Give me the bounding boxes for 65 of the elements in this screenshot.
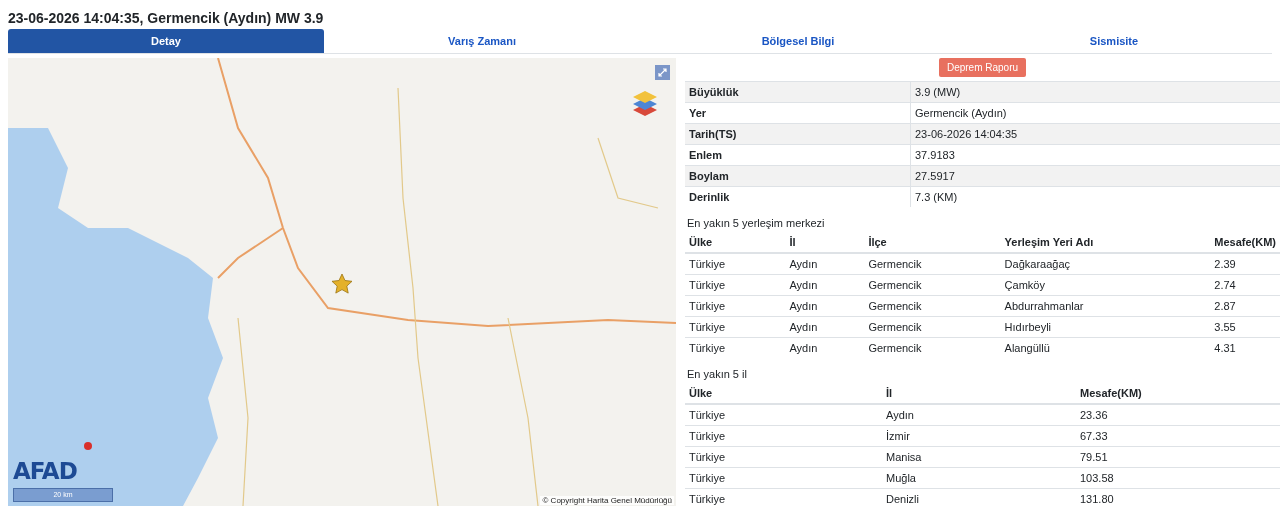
detail-label: Derinlik	[685, 186, 911, 207]
table-cell: Aydın	[882, 404, 1076, 426]
table-cell: Çamköy	[1000, 274, 1211, 296]
table-cell: 2.39	[1210, 253, 1280, 275]
table-cell: Alangüllü	[1000, 337, 1211, 358]
detail-value: Germencik (Aydın)	[910, 102, 1280, 124]
expand-icon	[658, 68, 667, 77]
table-cell: Türkiye	[685, 425, 882, 447]
table-cell: Dağkaraağaç	[1000, 253, 1211, 275]
layers-icon[interactable]	[633, 91, 657, 116]
table-cell: 4.31	[1210, 337, 1280, 358]
table-cell: Aydın	[785, 316, 865, 338]
detail-value: 23-06-2026 14:04:35	[910, 123, 1280, 145]
star-marker[interactable]	[331, 273, 353, 294]
section-heading: En yakın 5 il	[686, 367, 748, 382]
table-cell: Türkiye	[685, 253, 786, 275]
table-cell: İzmir	[882, 425, 1076, 447]
detail-value: 37.9183	[910, 144, 1280, 166]
table-cell: 67.33	[1076, 425, 1280, 447]
table-cell: Türkiye	[685, 467, 882, 489]
table-cell: Germencik	[864, 337, 1001, 358]
table-cell: Türkiye	[685, 404, 882, 426]
tab[interactable]: Bölgesel Bilgi	[640, 29, 956, 53]
table-cell: Aydın	[785, 253, 865, 275]
table-cell: Germencik	[864, 295, 1001, 317]
table-cell: Aydın	[785, 337, 865, 358]
table-cell: Germencik	[864, 274, 1001, 296]
table-cell: Türkiye	[685, 446, 882, 468]
table-cell: Aydın	[785, 295, 865, 317]
table-cell: Türkiye	[685, 337, 786, 358]
table-cell: Aydın	[785, 274, 865, 296]
detail-value: 27.5917	[910, 165, 1280, 187]
table-cell: 79.51	[1076, 446, 1280, 468]
detail-value: 3.9 (MW)	[910, 81, 1280, 103]
table-cell: Abdurrahmanlar	[1000, 295, 1211, 317]
detail-label: Yer	[685, 102, 911, 124]
table-cell: Hıdırbeyli	[1000, 316, 1211, 338]
table-cell: 131.80	[1076, 488, 1280, 509]
table-cell: Germencik	[864, 316, 1001, 338]
map-attribution: © Copyright Harita Genel Müdürlüğü	[540, 496, 674, 505]
table-cell: 2.87	[1210, 295, 1280, 317]
detail-label: Tarih(TS)	[685, 123, 911, 145]
detail-label: Boylam	[685, 165, 911, 187]
table-cell: Denizli	[882, 488, 1076, 509]
page-title: 23-06-2026 14:04:35, Germencik (Aydın) MW 3.9	[7, 9, 325, 28]
detail-value: 7.3 (KM)	[910, 186, 1280, 207]
table-cell: Türkiye	[685, 488, 882, 509]
table-cell: Türkiye	[685, 316, 786, 338]
logo: AFAD	[13, 458, 77, 484]
table-cell: 2.74	[1210, 274, 1280, 296]
table-cell: 103.58	[1076, 467, 1280, 489]
tab[interactable]: Sismisite	[956, 29, 1272, 53]
section-heading: En yakın 5 yerleşim merkezi	[686, 216, 826, 231]
detail-label: Enlem	[685, 144, 911, 166]
tab[interactable]: Varış Zamanı	[324, 29, 640, 53]
table-cell: Germencik	[864, 253, 1001, 275]
tab[interactable]: Detay	[8, 29, 324, 53]
fullscreen-button[interactable]	[655, 65, 670, 80]
table-cell: Türkiye	[685, 274, 786, 296]
table-cell: 23.36	[1076, 404, 1280, 426]
table-cell: Manisa	[882, 446, 1076, 468]
detail-label: Büyüklük	[685, 81, 911, 103]
table-cell: 3.55	[1210, 316, 1280, 338]
table-cell: Muğla	[882, 467, 1076, 489]
table-cell: Türkiye	[685, 295, 786, 317]
